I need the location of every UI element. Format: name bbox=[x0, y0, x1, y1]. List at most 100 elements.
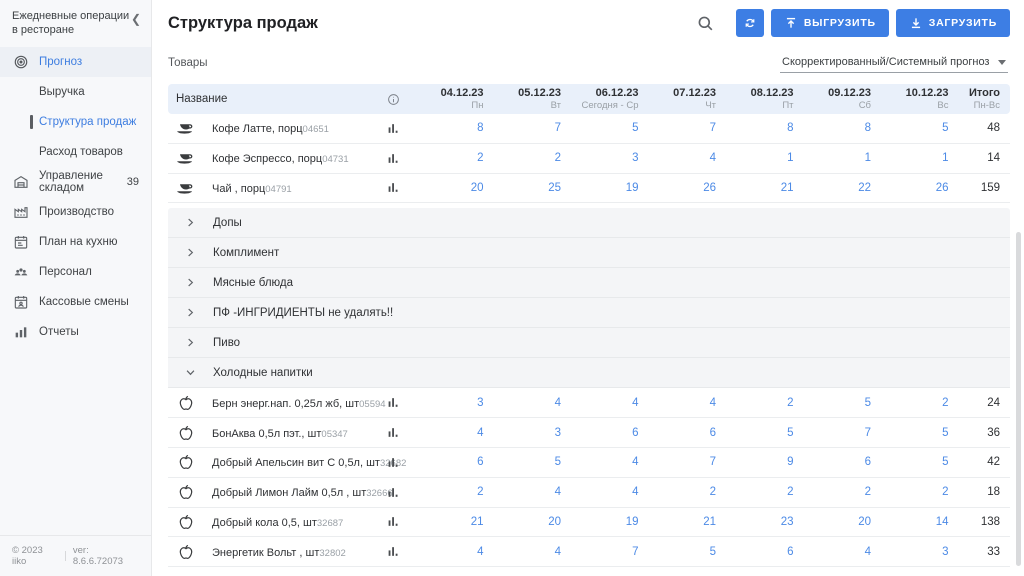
forecast-value-cell[interactable]: 21 bbox=[406, 516, 484, 528]
import-button[interactable]: ЗАГРУЗИТЬ bbox=[895, 9, 1010, 37]
sidebar-item-производство[interactable]: Производство bbox=[0, 197, 151, 227]
sidebar-item-выручка[interactable]: Выручка bbox=[0, 77, 151, 107]
forecast-value-cell[interactable]: 1 bbox=[716, 152, 793, 164]
search-icon[interactable] bbox=[691, 8, 721, 38]
sidebar-item-план-на-кухню[interactable]: План на кухню bbox=[0, 227, 151, 257]
sidebar-item-управление-складом[interactable]: Управление складом 39 bbox=[0, 167, 151, 197]
mini-bar-chart-icon[interactable] bbox=[380, 515, 406, 528]
forecast-value-cell[interactable]: 3 bbox=[484, 427, 561, 439]
forecast-value-cell[interactable]: 2 bbox=[871, 486, 948, 498]
group-row-пиво[interactable]: Пиво bbox=[168, 328, 1010, 359]
export-button[interactable]: ВЫГРУЗИТЬ bbox=[770, 9, 889, 37]
mini-bar-chart-icon[interactable] bbox=[380, 426, 406, 439]
chevron-right-icon[interactable] bbox=[185, 277, 196, 288]
forecast-value-cell[interactable]: 2 bbox=[716, 397, 793, 409]
forecast-value-cell[interactable]: 3 bbox=[406, 397, 483, 409]
forecast-value-cell[interactable]: 21 bbox=[716, 182, 794, 194]
forecast-value-cell[interactable]: 6 bbox=[639, 427, 716, 439]
forecast-value-cell[interactable]: 19 bbox=[561, 182, 639, 194]
vertical-scrollbar[interactable] bbox=[1016, 232, 1021, 566]
date-column-header[interactable]: 05.12.23 Вт bbox=[484, 87, 561, 111]
group-row-холодные-напитки[interactable]: Холодные напитки bbox=[168, 358, 1010, 389]
mini-bar-chart-icon[interactable] bbox=[380, 152, 406, 165]
forecast-value-cell[interactable]: 14 bbox=[871, 516, 949, 528]
forecast-value-cell[interactable]: 2 bbox=[639, 486, 716, 498]
date-column-header[interactable]: 07.12.23 Чт bbox=[639, 87, 716, 111]
mini-bar-chart-icon[interactable] bbox=[380, 486, 406, 499]
forecast-value-cell[interactable]: 20 bbox=[484, 516, 561, 528]
forecast-value-cell[interactable]: 4 bbox=[406, 427, 483, 439]
forecast-value-cell[interactable]: 7 bbox=[794, 427, 871, 439]
date-column-header[interactable]: 06.12.23 Сегодня - Ср bbox=[561, 87, 639, 111]
forecast-value-cell[interactable]: 6 bbox=[794, 456, 871, 468]
chevron-right-icon[interactable] bbox=[185, 247, 196, 258]
mini-bar-chart-icon[interactable] bbox=[380, 122, 406, 135]
forecast-value-cell[interactable]: 5 bbox=[871, 427, 948, 439]
chevron-left-icon[interactable]: ❮ bbox=[131, 12, 141, 26]
forecast-value-cell[interactable]: 4 bbox=[639, 397, 716, 409]
forecast-value-cell[interactable]: 2 bbox=[406, 486, 483, 498]
forecast-select[interactable]: Скорректированный/Системный прогноз bbox=[780, 53, 1008, 73]
forecast-value-cell[interactable]: 5 bbox=[639, 546, 716, 558]
group-row-мясные-блюда[interactable]: Мясные блюда bbox=[168, 268, 1010, 299]
forecast-value-cell[interactable]: 4 bbox=[484, 546, 561, 558]
forecast-value-cell[interactable]: 7 bbox=[484, 122, 561, 134]
forecast-value-cell[interactable]: 26 bbox=[871, 182, 949, 194]
forecast-value-cell[interactable]: 6 bbox=[716, 546, 793, 558]
forecast-value-cell[interactable]: 21 bbox=[639, 516, 716, 528]
forecast-value-cell[interactable]: 5 bbox=[871, 456, 948, 468]
forecast-value-cell[interactable]: 6 bbox=[561, 427, 638, 439]
group-row-допы[interactable]: Допы bbox=[168, 208, 1010, 239]
forecast-value-cell[interactable]: 2 bbox=[794, 486, 871, 498]
sidebar-item-отчеты[interactable]: Отчеты bbox=[0, 317, 151, 347]
forecast-value-cell[interactable]: 7 bbox=[561, 546, 638, 558]
forecast-value-cell[interactable]: 4 bbox=[561, 456, 638, 468]
forecast-value-cell[interactable]: 19 bbox=[561, 516, 639, 528]
forecast-value-cell[interactable]: 8 bbox=[406, 122, 483, 134]
group-row-пф--ингридиенты-не-удалять!![interactable]: ПФ -ИНГРИДИЕНТЫ не удалять!! bbox=[168, 298, 1010, 329]
forecast-value-cell[interactable]: 8 bbox=[716, 122, 793, 134]
forecast-value-cell[interactable]: 4 bbox=[794, 546, 871, 558]
forecast-value-cell[interactable]: 2 bbox=[871, 397, 948, 409]
date-column-header[interactable]: 08.12.23 Пт bbox=[716, 87, 794, 111]
mini-bar-chart-icon[interactable] bbox=[380, 396, 406, 409]
forecast-value-cell[interactable]: 2 bbox=[716, 486, 793, 498]
forecast-value-cell[interactable]: 3 bbox=[871, 546, 948, 558]
info-icon[interactable] bbox=[380, 93, 406, 106]
forecast-value-cell[interactable]: 4 bbox=[561, 397, 638, 409]
forecast-value-cell[interactable]: 5 bbox=[794, 397, 871, 409]
forecast-value-cell[interactable]: 4 bbox=[406, 546, 483, 558]
forecast-value-cell[interactable]: 1 bbox=[871, 152, 948, 164]
forecast-value-cell[interactable]: 4 bbox=[639, 152, 716, 164]
date-column-header[interactable]: 10.12.23 Вс bbox=[871, 87, 949, 111]
forecast-value-cell[interactable]: 8 bbox=[794, 122, 871, 134]
sidebar-item-персонал[interactable]: Персонал bbox=[0, 257, 151, 287]
date-column-header[interactable]: 04.12.23 Пн bbox=[406, 87, 484, 111]
forecast-value-cell[interactable]: 20 bbox=[406, 182, 484, 194]
sidebar-item-структура-продаж[interactable]: Структура продаж bbox=[0, 107, 151, 137]
sidebar-item-расход-товаров[interactable]: Расход товаров bbox=[0, 137, 151, 167]
forecast-value-cell[interactable]: 22 bbox=[794, 182, 871, 194]
goods-tab-label[interactable]: Товары bbox=[168, 57, 208, 69]
chevron-right-icon[interactable] bbox=[185, 337, 196, 348]
chevron-right-icon[interactable] bbox=[185, 307, 196, 318]
forecast-value-cell[interactable]: 4 bbox=[484, 397, 561, 409]
forecast-value-cell[interactable]: 4 bbox=[561, 486, 638, 498]
name-column-header[interactable]: Название bbox=[168, 93, 380, 105]
forecast-value-cell[interactable]: 5 bbox=[484, 456, 561, 468]
forecast-value-cell[interactable]: 20 bbox=[794, 516, 871, 528]
date-column-header[interactable]: 09.12.23 Сб bbox=[794, 87, 871, 111]
refresh-button[interactable] bbox=[735, 9, 764, 37]
sidebar-item-кассовые-смены[interactable]: Кассовые смены bbox=[0, 287, 151, 317]
forecast-value-cell[interactable]: 26 bbox=[639, 182, 716, 194]
chevron-down-icon[interactable] bbox=[185, 367, 196, 378]
mini-bar-chart-icon[interactable] bbox=[380, 181, 406, 194]
forecast-value-cell[interactable]: 5 bbox=[561, 122, 638, 134]
forecast-value-cell[interactable]: 23 bbox=[716, 516, 794, 528]
group-row-комплимент[interactable]: Комплимент bbox=[168, 238, 1010, 269]
forecast-value-cell[interactable]: 7 bbox=[639, 456, 716, 468]
forecast-value-cell[interactable]: 1 bbox=[794, 152, 871, 164]
forecast-value-cell[interactable]: 4 bbox=[484, 486, 561, 498]
mini-bar-chart-icon[interactable] bbox=[380, 545, 406, 558]
forecast-value-cell[interactable]: 7 bbox=[639, 122, 716, 134]
